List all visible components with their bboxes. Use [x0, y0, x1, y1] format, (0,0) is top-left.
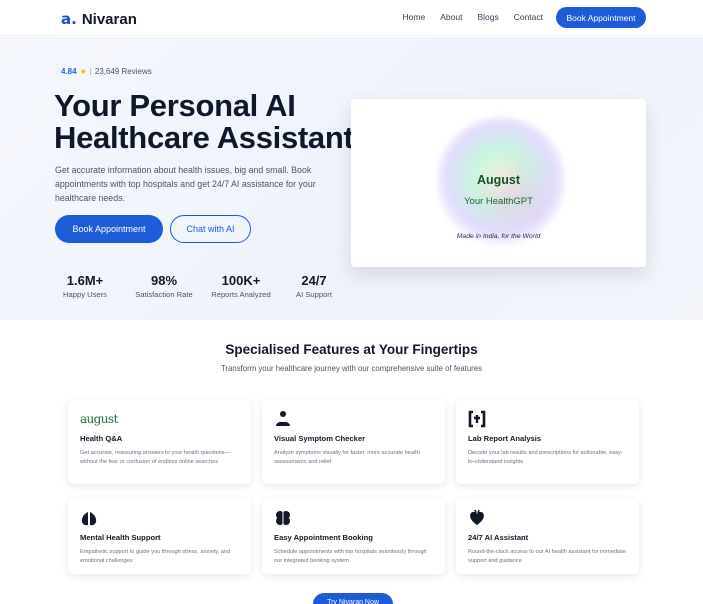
- stat-value: 24/7: [301, 273, 327, 288]
- feature-title: Visual Symptom Checker: [274, 434, 366, 443]
- stat-happy-users: 1.6M+ Happy Users: [40, 273, 130, 299]
- stat-ai-support: 24/7 AI Support: [269, 273, 359, 299]
- showcase-title: August: [476, 173, 521, 187]
- feature-card-visual-symptom-checker[interactable]: Visual Symptom Checker Analyze symptoms …: [262, 400, 445, 484]
- showcase-subtitle: Your HealthGPT: [464, 196, 533, 207]
- gradient-orb-accent: [469, 149, 559, 239]
- nav-link-blogs[interactable]: Blogs: [477, 12, 498, 22]
- logo-mark: a.: [61, 10, 77, 28]
- feature-description: Round-the-clock access to our AI health …: [468, 549, 626, 564]
- rating-summary: 4.84 ★ | 23,649 Reviews: [61, 67, 152, 76]
- feature-title: Easy Appointment Booking: [274, 533, 373, 542]
- feature-description: Empathetic support to guide you through …: [80, 549, 231, 564]
- chat-with-ai-button[interactable]: Chat with AI: [170, 215, 251, 243]
- logo-text: Nivaran: [81, 11, 137, 28]
- feature-description: Decode your lab results and prescription…: [468, 450, 623, 465]
- feature-description: Analyze symptoms visually for faster, mo…: [274, 450, 420, 465]
- stat-label: AI Support: [296, 290, 332, 299]
- feature-title: Mental Health Support: [80, 533, 161, 542]
- feature-card-health-qa[interactable]: august Health Q&A Get accurate, reassuri…: [68, 400, 251, 484]
- stat-label: Happy Users: [63, 290, 107, 299]
- rating-separator: |: [89, 67, 92, 76]
- hero-title-line2: Healthcare Assistant: [54, 120, 354, 155]
- lab-report-icon: [468, 410, 627, 428]
- rating-reviews: 23,649 Reviews: [94, 67, 152, 76]
- feature-card-24-7-ai-assistant[interactable]: 24/7 AI Assistant Round-the-clock access…: [456, 499, 639, 574]
- feature-title: Lab Report Analysis: [468, 434, 542, 443]
- nav-link-about[interactable]: About: [440, 12, 462, 22]
- hero-title: Your Personal AI Healthcare Assistant: [54, 90, 384, 154]
- nav-links: Home About Blogs Contact: [403, 12, 543, 22]
- hero-subtitle: Get accurate information about health is…: [55, 165, 316, 203]
- nav-link-home[interactable]: Home: [403, 12, 426, 22]
- top-navbar: a. Nivaran Home About Blogs Contact Book…: [0, 0, 703, 36]
- star-icon: ★: [79, 67, 87, 76]
- feature-card-mental-health-support[interactable]: Mental Health Support Empathetic support…: [68, 499, 251, 574]
- stat-value: 1.6M+: [66, 273, 104, 288]
- august-brandmark: august: [80, 412, 118, 426]
- symptom-checker-icon: [274, 410, 433, 428]
- try-nivaran-button[interactable]: Try Nivaran Now: [313, 593, 393, 604]
- heart-icon: [468, 509, 627, 527]
- august-logo-icon: august: [80, 410, 239, 428]
- hero-title-line1: Your Personal AI: [54, 88, 296, 123]
- rating-score: 4.84: [61, 67, 77, 76]
- nav-book-appointment-button[interactable]: Book Appointment: [556, 7, 646, 28]
- feature-description: Schedule appointments with top hospitals…: [274, 549, 427, 564]
- site-logo[interactable]: a. Nivaran: [61, 10, 137, 28]
- nav-link-contact[interactable]: Contact: [514, 12, 543, 22]
- feature-title: Health Q&A: [80, 434, 123, 443]
- feature-title: 24/7 AI Assistant: [468, 533, 529, 542]
- features-title: Specialised Features at Your Fingertips: [225, 342, 478, 357]
- lungs-icon: [80, 509, 239, 527]
- showcase-footer: Made in India, for the World: [456, 233, 541, 240]
- book-appointment-button[interactable]: Book Appointment: [55, 215, 163, 243]
- brain-icon: [274, 509, 433, 527]
- feature-description: Get accurate, reassuring answers to your…: [80, 450, 231, 465]
- feature-card-lab-report-analysis[interactable]: Lab Report Analysis Decode your lab resu…: [456, 400, 639, 484]
- august-showcase-card: August Your HealthGPT Made in India, for…: [351, 99, 646, 267]
- features-subtitle: Transform your healthcare journey with o…: [220, 364, 483, 373]
- feature-card-easy-appointment-booking[interactable]: Easy Appointment Booking Schedule appoin…: [262, 499, 445, 574]
